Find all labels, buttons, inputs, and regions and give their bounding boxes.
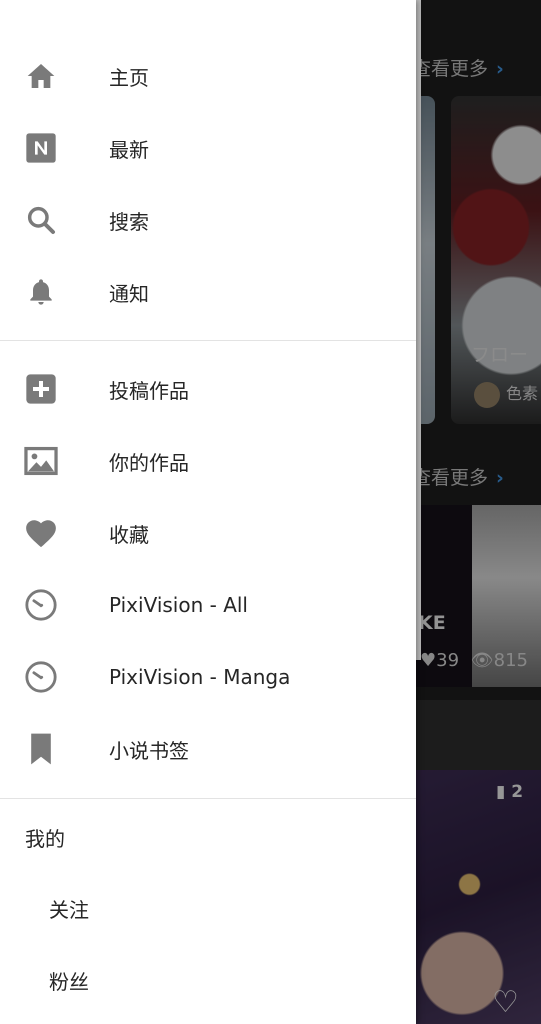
heart-icon xyxy=(24,516,58,550)
drawer-item-label: 最新 xyxy=(109,137,149,162)
bell-icon xyxy=(24,275,58,309)
drawer-item-your-works[interactable]: 你的作品 xyxy=(0,425,416,497)
clock-icon xyxy=(24,588,58,622)
drawer-item-label: 搜索 xyxy=(109,209,149,234)
drawer-item-label: 关注 xyxy=(49,897,89,922)
section-title-mine: 我的 xyxy=(25,827,65,851)
drawer-item-label: 小说书签 xyxy=(109,738,189,763)
drawer-item-search[interactable]: 搜索 xyxy=(0,184,416,256)
clock-icon xyxy=(24,660,58,694)
drawer-item-notifications[interactable]: 通知 xyxy=(0,256,416,328)
drawer-item-label: 收藏 xyxy=(109,522,149,547)
drawer-item-label: 投稿作品 xyxy=(109,378,189,403)
drawer-item-favorites[interactable]: 收藏 xyxy=(0,497,416,569)
drawer-item-label: 通知 xyxy=(109,281,149,306)
drawer-item-novel-bookmarks[interactable]: 小说书签 xyxy=(0,713,416,785)
drawer-item-label: PixiVision - Manga xyxy=(109,665,291,689)
bookmark-icon xyxy=(24,732,58,766)
drawer-item-latest[interactable]: 最新 xyxy=(0,112,416,184)
image-icon xyxy=(24,444,58,478)
drawer-item-label: 主页 xyxy=(109,65,149,90)
drawer-item-followers[interactable]: 粉丝 xyxy=(0,948,416,1012)
divider xyxy=(0,340,416,341)
home-icon xyxy=(24,59,58,93)
drawer-item-submit-work[interactable]: 投稿作品 xyxy=(0,353,416,425)
new-badge-icon xyxy=(24,131,58,165)
drawer-item-label: 你的作品 xyxy=(109,450,189,475)
divider xyxy=(0,798,416,799)
plus-box-icon xyxy=(24,372,58,406)
drawer-item-home[interactable]: 主页 xyxy=(0,40,416,112)
drawer-item-pixivision-manga[interactable]: PixiVision - Manga xyxy=(0,641,416,713)
drawer-item-label: PixiVision - All xyxy=(109,593,248,617)
drawer-item-following[interactable]: 关注 xyxy=(0,876,416,940)
navigation-drawer: 主页 最新 搜索 通知 投稿作品 你的作品 收藏 PixiVision - Al… xyxy=(0,0,416,1024)
drawer-item-label: 粉丝 xyxy=(49,969,89,994)
search-icon xyxy=(24,203,58,237)
drawer-item-pixivision-all[interactable]: PixiVision - All xyxy=(0,569,416,641)
